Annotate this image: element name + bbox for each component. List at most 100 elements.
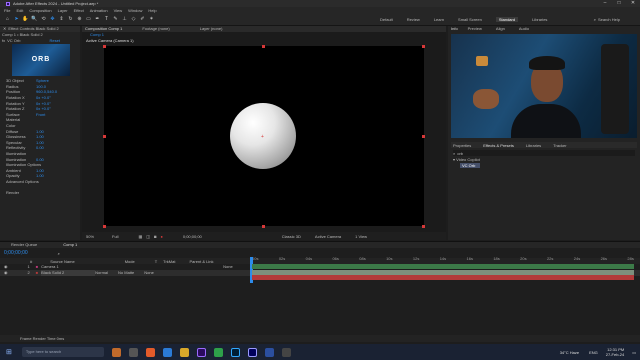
layer-handle-ml[interactable] bbox=[103, 135, 106, 138]
tab-info[interactable]: Info bbox=[451, 26, 458, 32]
selection-tool-icon[interactable]: ➤ bbox=[13, 16, 20, 23]
folder-icon[interactable] bbox=[179, 347, 189, 357]
rectangle-tool-icon[interactable]: ▭ bbox=[85, 16, 92, 23]
eye-icon[interactable]: ◉ bbox=[4, 270, 8, 276]
close-button[interactable]: ✕ bbox=[626, 0, 640, 7]
layer-parent[interactable]: None bbox=[144, 270, 154, 276]
workspace-default[interactable]: Default bbox=[380, 17, 393, 22]
pen-tool-icon[interactable]: ✒ bbox=[94, 16, 101, 23]
effect-item-vc-orb[interactable]: VC Orb bbox=[460, 163, 480, 168]
render-section[interactable]: Render bbox=[0, 190, 80, 196]
workspace-small-screen[interactable]: Small Screen bbox=[458, 17, 482, 22]
roto-tool-icon[interactable]: ✐ bbox=[139, 16, 146, 23]
menu-help[interactable]: Help bbox=[148, 8, 156, 13]
comp-subtab[interactable]: Comp 1 bbox=[90, 32, 104, 37]
rotate-tool-icon[interactable]: ↻ bbox=[67, 16, 74, 23]
taskbar-date[interactable]: 27-Feb-24 bbox=[606, 352, 624, 357]
timeline-timecode[interactable]: 0;00;00;00 bbox=[4, 250, 28, 256]
tab-layer[interactable]: Layer (none) bbox=[200, 26, 223, 32]
brave-browser-icon[interactable] bbox=[145, 347, 155, 357]
workspace-review[interactable]: Review bbox=[407, 17, 420, 22]
color-icon[interactable]: ● bbox=[160, 234, 162, 239]
solid-track-bar[interactable] bbox=[252, 275, 634, 280]
menu-layer[interactable]: Layer bbox=[58, 8, 68, 13]
tab-preview[interactable]: Preview bbox=[468, 26, 482, 32]
layer-trkmat[interactable]: No Matte bbox=[118, 270, 134, 276]
menu-view[interactable]: View bbox=[114, 8, 123, 13]
views-select[interactable]: 1 View bbox=[355, 234, 367, 239]
language-indicator[interactable]: ENG bbox=[589, 350, 598, 355]
effects-search-field[interactable]: ⌕ orb bbox=[453, 150, 635, 156]
menu-composition[interactable]: Composition bbox=[29, 8, 51, 13]
premiere-icon[interactable] bbox=[247, 347, 257, 357]
effects-category[interactable]: ▾ Video Copilot bbox=[453, 157, 480, 163]
minimize-button[interactable]: – bbox=[598, 0, 612, 7]
task-view-icon[interactable] bbox=[128, 347, 138, 357]
pan-tool-icon[interactable]: ✥ bbox=[49, 16, 56, 23]
timecode-display[interactable]: 0;00;00;00 bbox=[183, 234, 202, 239]
timeline-search-icon[interactable]: ⌕ bbox=[58, 251, 60, 256]
menu-effect[interactable]: Effect bbox=[74, 8, 84, 13]
resolution-select[interactable]: Full bbox=[112, 234, 118, 239]
layer-handle-bl[interactable] bbox=[103, 225, 106, 228]
fx-toggle-icon[interactable]: fx bbox=[2, 38, 5, 44]
orbit-tool-icon[interactable]: ⟲ bbox=[40, 16, 47, 23]
taskbar-search-input[interactable]: Type here to search bbox=[21, 347, 104, 357]
menu-file[interactable]: File bbox=[4, 8, 10, 13]
grid-icon[interactable]: ▦ bbox=[138, 234, 142, 239]
effect-property-row[interactable]: Advanced Options bbox=[6, 179, 80, 185]
tab-footage[interactable]: Footage (none) bbox=[142, 26, 169, 32]
layer-handle-bm[interactable] bbox=[262, 225, 265, 228]
layer-handle-tr[interactable] bbox=[422, 45, 425, 48]
whatsapp-icon[interactable] bbox=[213, 347, 223, 357]
tab-align[interactable]: Align bbox=[496, 26, 505, 32]
after-effects-taskbar-icon[interactable] bbox=[196, 347, 206, 357]
zoom-tool-icon[interactable]: 🔍 bbox=[31, 16, 38, 23]
menu-window[interactable]: Window bbox=[128, 8, 142, 13]
workspace-libraries[interactable]: Libraries bbox=[532, 17, 547, 22]
anchor-point-icon[interactable]: + bbox=[261, 134, 264, 140]
tab-audio[interactable]: Audio bbox=[519, 26, 529, 32]
brush-tool-icon[interactable]: ✎ bbox=[112, 16, 119, 23]
notifications-icon[interactable]: ▭ bbox=[632, 350, 636, 355]
puppet-tool-icon[interactable]: ✶ bbox=[148, 16, 155, 23]
tab-comp-1[interactable]: Comp 1 bbox=[63, 242, 77, 248]
app-icon[interactable] bbox=[264, 347, 274, 357]
dolly-tool-icon[interactable]: ⇕ bbox=[58, 16, 65, 23]
snapshot-icon[interactable]: ◙ bbox=[154, 234, 156, 239]
workspace-standard[interactable]: Standard bbox=[495, 17, 519, 22]
tab-properties[interactable]: Properties bbox=[453, 143, 471, 148]
tab-render-queue[interactable]: Render Queue bbox=[11, 242, 37, 248]
search-icon[interactable]: ⌕ bbox=[594, 17, 596, 22]
property-value[interactable]: Front bbox=[36, 112, 45, 118]
tab-libraries[interactable]: Libraries bbox=[526, 143, 541, 148]
windows-start-icon[interactable]: ⊞ bbox=[6, 348, 12, 356]
hand-tool-icon[interactable]: ✋ bbox=[22, 16, 29, 23]
tab-tracker[interactable]: Tracker bbox=[553, 143, 566, 148]
camera-view-select[interactable]: Active Camera bbox=[315, 234, 341, 239]
zoom-select[interactable]: 50% bbox=[86, 234, 94, 239]
layer-handle-tl[interactable] bbox=[103, 45, 106, 48]
search-help-input[interactable]: Search Help bbox=[598, 17, 620, 22]
eraser-tool-icon[interactable]: ◇ bbox=[130, 16, 137, 23]
app-icon-2[interactable] bbox=[281, 347, 291, 357]
tab-effects-presets[interactable]: Effects & Presets bbox=[483, 143, 514, 148]
property-value[interactable]: 0.00 bbox=[36, 145, 44, 151]
layer-handle-mr[interactable] bbox=[422, 135, 425, 138]
type-tool-icon[interactable]: T bbox=[103, 16, 110, 23]
menu-animation[interactable]: Animation bbox=[90, 8, 108, 13]
edge-browser-icon[interactable] bbox=[162, 347, 172, 357]
layer-handle-br[interactable] bbox=[422, 225, 425, 228]
maximize-button[interactable]: □ bbox=[612, 0, 626, 7]
layer-handle-tm[interactable] bbox=[262, 45, 265, 48]
renderer-select[interactable]: Classic 3D bbox=[282, 234, 301, 239]
photoshop-icon[interactable] bbox=[230, 347, 240, 357]
time-ruler[interactable]: 00s 02s 04s 06s 08s 10s 12s 14s 16s 18s 20s 22s 24s 2… bbox=[252, 255, 634, 261]
home-icon[interactable]: ⌂ bbox=[4, 16, 11, 23]
reset-button[interactable]: Reset bbox=[50, 38, 60, 44]
layer-parent[interactable]: None bbox=[223, 264, 233, 270]
effect-name[interactable]: VC Orb bbox=[7, 38, 20, 44]
layer-mode[interactable]: Normal bbox=[95, 270, 108, 276]
mask-icon[interactable]: ◫ bbox=[146, 234, 150, 239]
weather-widget[interactable]: 34°C Haze bbox=[560, 350, 579, 355]
